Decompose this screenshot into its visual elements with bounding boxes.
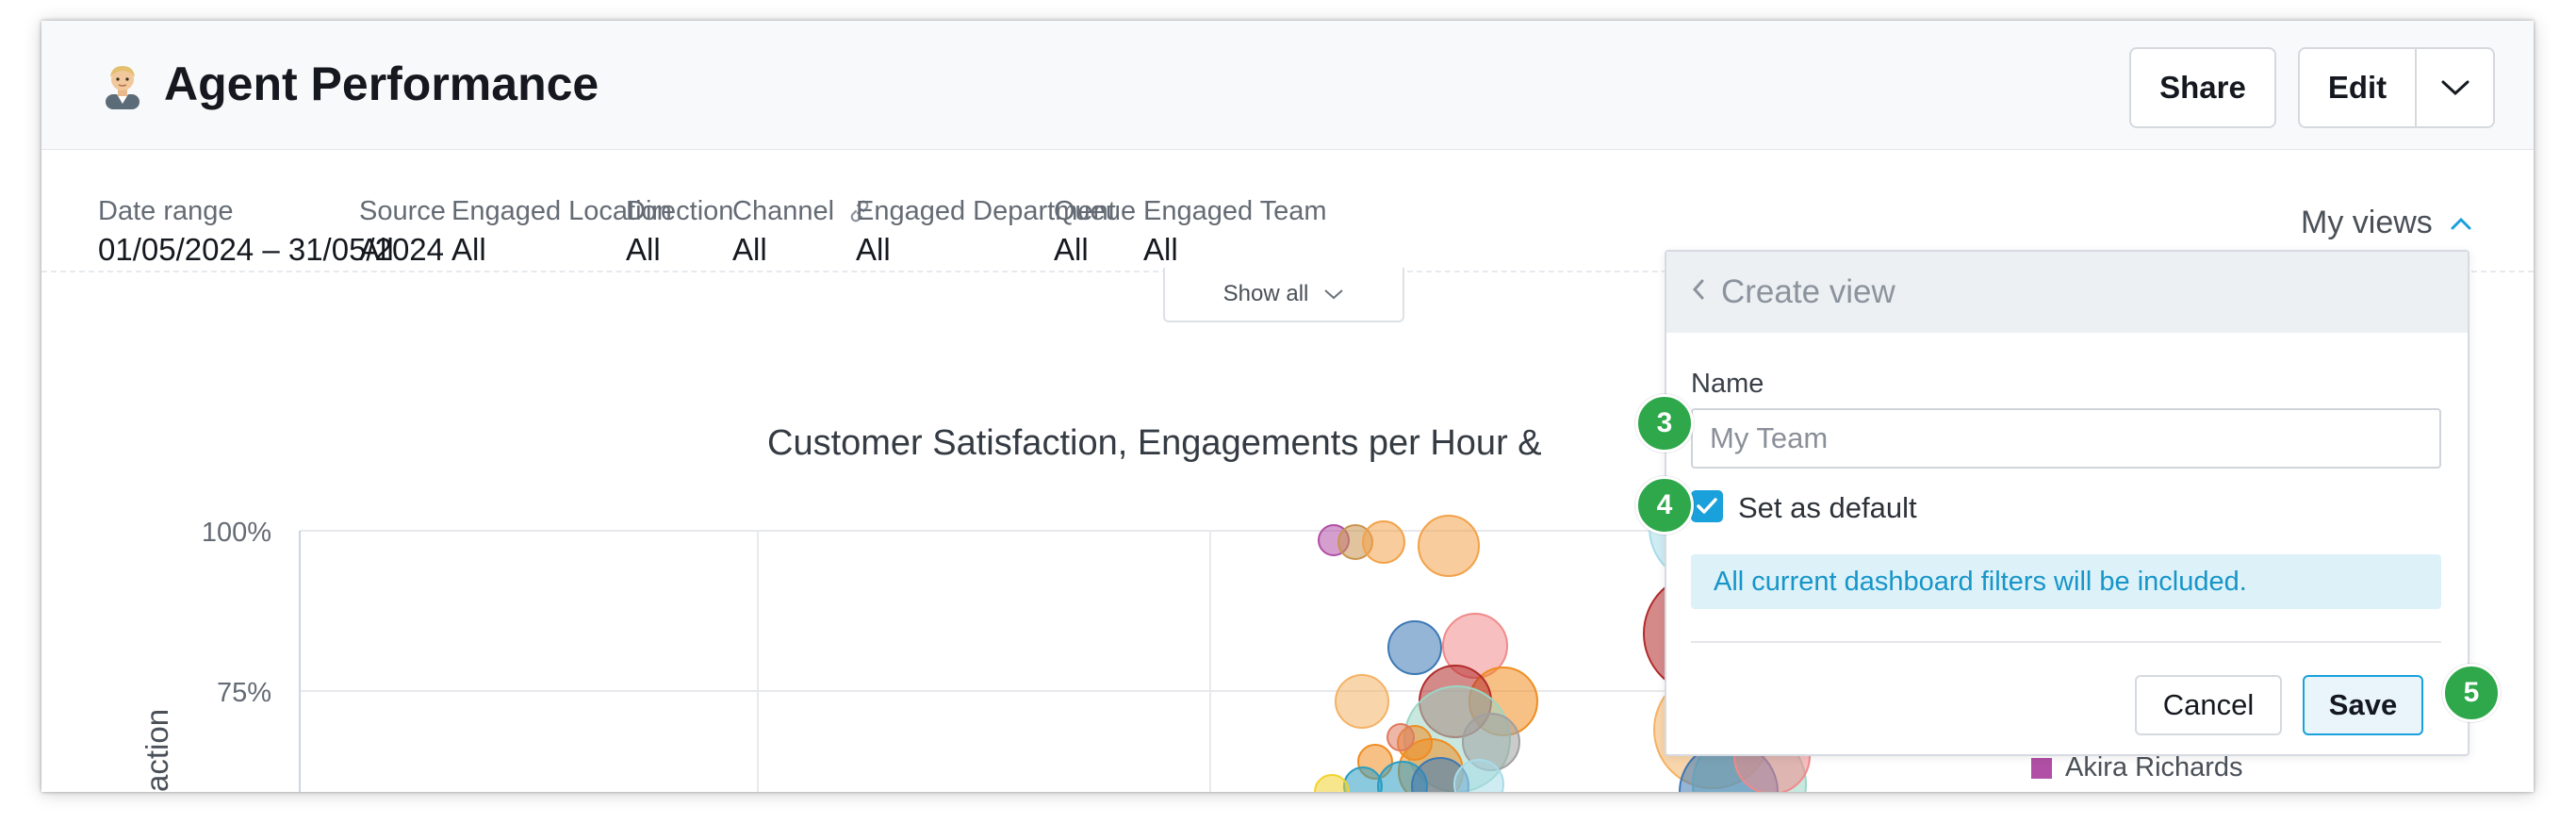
view-name-input[interactable] [1691, 408, 2441, 469]
bubble-point[interactable] [1335, 674, 1389, 729]
chart-title: Customer Satisfaction, Engagements per H… [767, 423, 1542, 463]
save-button[interactable]: Save [2303, 675, 2423, 735]
y-tick-label: 100% [202, 518, 271, 548]
bubble-point[interactable] [1314, 774, 1350, 792]
y-axis-label: action [139, 709, 174, 792]
step-badge: 5 [2442, 664, 2501, 722]
y-tick-label: 75% [217, 678, 271, 708]
name-label: Name [1691, 369, 1764, 399]
set-default-label[interactable]: Set as default [1738, 491, 1917, 525]
bubble-point[interactable] [1418, 515, 1480, 577]
chevron-left-icon[interactable] [1691, 277, 1706, 307]
legend-item-akira-richards[interactable]: Akira Richards [2031, 752, 2243, 783]
step-badge: 4 [1635, 476, 1694, 535]
create-view-popup: Create view Name Set as default All curr… [1665, 250, 2469, 756]
cancel-button[interactable]: Cancel [2135, 675, 2282, 735]
bubble-point[interactable] [1387, 620, 1442, 675]
info-note: All current dashboard filters will be in… [1691, 554, 2441, 609]
checkmark-icon [1697, 498, 1717, 514]
bubble-point[interactable] [1362, 520, 1405, 564]
popup-header[interactable]: Create view [1666, 252, 2468, 333]
popup-title: Create view [1721, 273, 1895, 310]
legend-label: Akira Richards [2065, 752, 2243, 782]
set-default-checkbox[interactable] [1691, 490, 1723, 522]
divider [1691, 641, 2441, 643]
step-badge: 3 [1635, 394, 1694, 453]
bubble-point[interactable] [1386, 723, 1415, 751]
legend-swatch [2031, 757, 2052, 779]
dashboard-window: Agent Performance Share Edit Date range … [41, 21, 2534, 792]
